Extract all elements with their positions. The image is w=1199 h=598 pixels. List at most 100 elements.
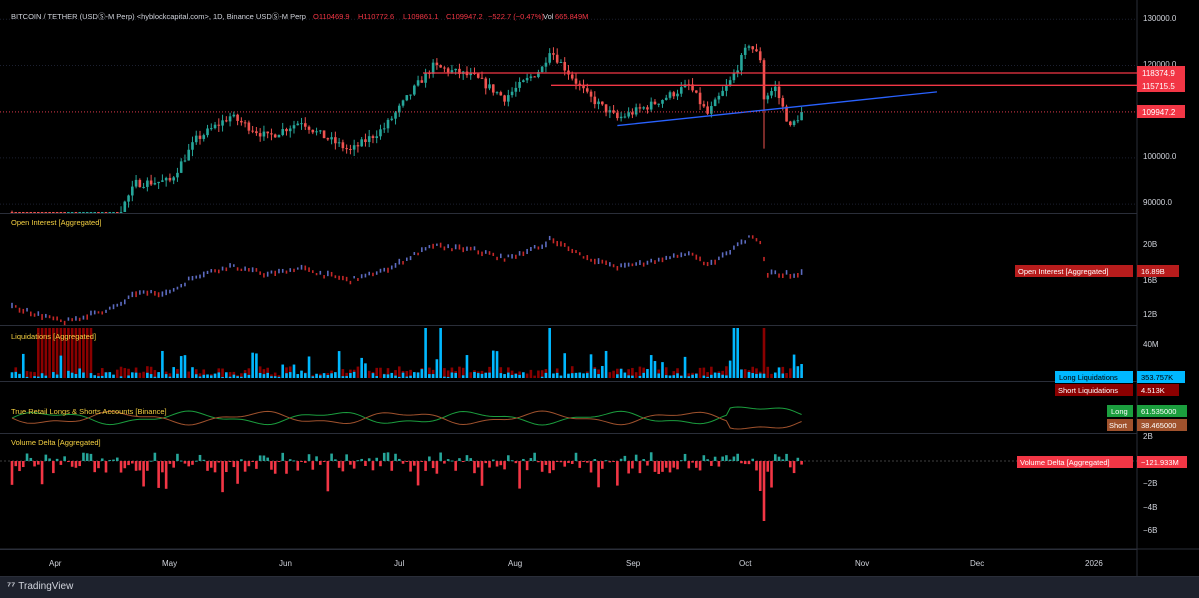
delta-bar xyxy=(119,461,123,473)
candle-body xyxy=(796,120,800,122)
short-liq-bar xyxy=(356,366,360,378)
long-liq-name-text: Long Liquidations xyxy=(1059,373,1118,382)
long-liq-bar xyxy=(796,366,800,378)
candle-body xyxy=(104,212,108,213)
price-tick-100000: 100000.0 xyxy=(1143,152,1177,161)
delta-bar xyxy=(518,461,521,489)
long-liq-bar xyxy=(326,375,330,378)
delta-bar xyxy=(758,461,762,491)
candle-body xyxy=(232,114,236,117)
long-liq-bar xyxy=(687,376,691,378)
candle-body xyxy=(292,125,296,129)
short-liq-bar xyxy=(446,370,450,378)
delta-bar xyxy=(428,456,431,461)
chart-svg[interactable]: BITCOIN / TETHER (USDⓈ-M Perp) <hyblockc… xyxy=(0,0,1199,576)
long-liq-bar xyxy=(559,375,563,378)
candle-body xyxy=(134,179,138,187)
delta-bar xyxy=(213,461,217,473)
delta-bar xyxy=(473,461,476,474)
delta-bar xyxy=(164,461,168,489)
candle-body xyxy=(55,212,59,213)
delta-bar xyxy=(503,461,506,470)
chart-root[interactable]: BITCOIN / TETHER (USDⓈ-M Perp) <hyblockc… xyxy=(0,0,1199,598)
long-liq-bar xyxy=(713,372,717,378)
delta-bar xyxy=(55,458,59,461)
delta-bar xyxy=(582,461,585,462)
delta-bar xyxy=(529,458,533,461)
candle-body xyxy=(10,212,14,213)
candle-body xyxy=(131,186,134,196)
short-liq-bar xyxy=(608,372,612,378)
delta-value-badge-text: −121.933M xyxy=(1141,458,1179,467)
delta-bar xyxy=(469,458,473,461)
candle-body xyxy=(288,128,292,132)
candle-body xyxy=(33,212,36,213)
short-liq-bar xyxy=(119,366,123,378)
candle-body xyxy=(371,136,375,139)
delta-bar xyxy=(454,461,457,471)
candle-body xyxy=(63,212,66,213)
delta-bar xyxy=(616,461,619,486)
candle-body xyxy=(593,96,597,105)
ratio-panel-title: True Retail Longs & Shorts Accounts [Bin… xyxy=(11,407,167,416)
long-liq-bar xyxy=(676,373,679,378)
candle-body xyxy=(146,180,149,187)
long-liq-bar xyxy=(206,374,209,378)
candle-body xyxy=(89,212,93,213)
long-liq-bar xyxy=(702,375,706,378)
candle-body xyxy=(431,62,435,74)
candle-body xyxy=(698,92,702,105)
delta-bar xyxy=(619,458,623,461)
long-liq-bar xyxy=(322,373,326,378)
short-ratio-name-text: Short xyxy=(1109,421,1128,430)
candle-body xyxy=(341,142,345,149)
long-liq-bar xyxy=(454,372,457,378)
delta-bar xyxy=(695,461,698,468)
delta-bar xyxy=(382,452,386,461)
long-liq-bar xyxy=(40,373,44,378)
candle-body xyxy=(758,51,762,61)
delta-bar xyxy=(623,455,627,461)
tradingview-mark-icon: ⁷⁷ xyxy=(7,581,16,592)
long-liq-bar xyxy=(202,374,206,378)
long-liq-bar xyxy=(777,367,781,378)
short-liq-bar xyxy=(187,371,191,378)
long-liq-bar xyxy=(89,373,93,378)
short-liq-bar xyxy=(142,371,145,378)
long-liq-bar xyxy=(303,373,307,378)
long-ratio-value-text: 61.535000 xyxy=(1141,407,1176,416)
candle-body xyxy=(326,138,330,140)
delta-bar xyxy=(514,461,518,464)
candle-body xyxy=(149,180,153,185)
long-liq-bar xyxy=(157,372,160,378)
candle-body xyxy=(416,80,420,86)
delta-bar xyxy=(221,461,224,493)
tradingview-logo[interactable]: ⁷⁷ TradingView xyxy=(7,581,73,592)
long-liq-bar xyxy=(25,376,29,378)
long-liq-bar xyxy=(191,367,194,378)
long-liq-bar xyxy=(507,372,510,378)
long-liq-bar xyxy=(168,376,172,378)
delta-bar xyxy=(258,455,262,461)
long-liq-bar xyxy=(228,376,232,378)
candle-body xyxy=(762,60,766,100)
delta-bar xyxy=(800,461,803,465)
long-liq-bar xyxy=(288,372,292,378)
candle-body xyxy=(236,114,239,121)
long-liq-bar xyxy=(582,373,585,378)
last-price-badge-text: 109947.2 xyxy=(1142,108,1176,117)
delta-bar xyxy=(570,461,574,464)
long-liq-bar xyxy=(751,373,755,378)
time-tick-may: May xyxy=(162,559,177,568)
long-liq-bar xyxy=(465,355,469,378)
candle-body xyxy=(789,121,792,126)
candle-body xyxy=(570,74,574,79)
delta-bar xyxy=(770,461,773,488)
delta-bar xyxy=(100,458,104,461)
candle-body xyxy=(616,112,619,119)
delta-bar xyxy=(642,459,645,461)
long-liq-bar xyxy=(104,372,108,378)
delta-bar xyxy=(593,459,597,461)
delta-bar xyxy=(345,454,348,461)
long-liq-bar xyxy=(371,373,375,378)
